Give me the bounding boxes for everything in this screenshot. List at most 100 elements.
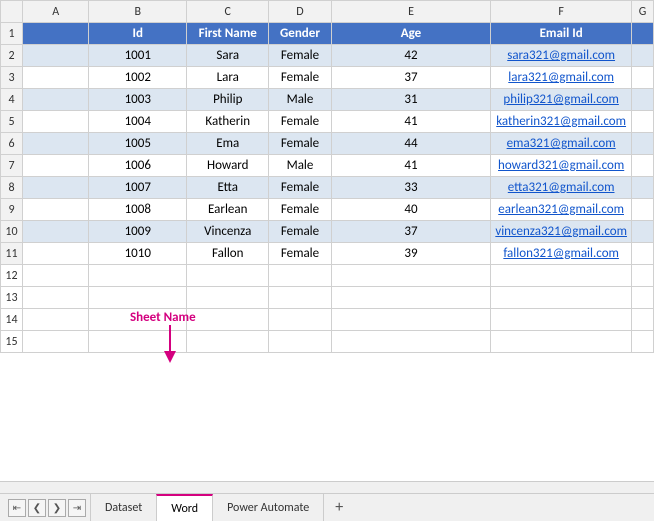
empty-cell[interactable] bbox=[491, 331, 632, 353]
cell-a[interactable] bbox=[23, 155, 89, 177]
email-link[interactable]: sara321@gmail.com bbox=[507, 48, 615, 63]
email-link[interactable]: lara321@gmail.com bbox=[508, 70, 614, 85]
cell-email[interactable]: fallon321@gmail.com bbox=[491, 243, 632, 265]
tab-power-automate[interactable]: Power Automate bbox=[212, 494, 324, 521]
cell-id[interactable]: 1005 bbox=[89, 133, 187, 155]
empty-cell[interactable] bbox=[331, 331, 491, 353]
cell-gender[interactable]: Female bbox=[269, 199, 331, 221]
empty-cell[interactable] bbox=[23, 331, 89, 353]
col-header-d[interactable]: D bbox=[269, 1, 331, 23]
cell-email[interactable]: howard321@gmail.com bbox=[491, 155, 632, 177]
cell-age[interactable]: 33 bbox=[331, 177, 491, 199]
empty-cell[interactable] bbox=[491, 287, 632, 309]
email-link[interactable]: etta321@gmail.com bbox=[508, 180, 615, 195]
cell-extra[interactable] bbox=[631, 45, 653, 67]
col-header-b[interactable]: B bbox=[89, 1, 187, 23]
tab-nav-last[interactable]: ⇥ bbox=[68, 499, 86, 517]
cell-first-name[interactable]: Lara bbox=[187, 67, 269, 89]
cell-extra[interactable] bbox=[631, 133, 653, 155]
cell-email[interactable]: sara321@gmail.com bbox=[491, 45, 632, 67]
cell-extra[interactable] bbox=[631, 199, 653, 221]
cell-age[interactable]: 39 bbox=[331, 243, 491, 265]
tab-word[interactable]: Word bbox=[156, 494, 213, 521]
cell-email[interactable]: katherin321@gmail.com bbox=[491, 111, 632, 133]
cell-gender[interactable]: Female bbox=[269, 67, 331, 89]
tab-nav-prev[interactable]: ❮ bbox=[28, 499, 46, 517]
cell-id[interactable]: 1008 bbox=[89, 199, 187, 221]
empty-cell[interactable] bbox=[269, 287, 331, 309]
cell-age[interactable]: 42 bbox=[331, 45, 491, 67]
empty-cell[interactable] bbox=[23, 287, 89, 309]
cell-first-name[interactable]: Fallon bbox=[187, 243, 269, 265]
cell-extra[interactable] bbox=[631, 221, 653, 243]
col-header-e[interactable]: E bbox=[331, 1, 491, 23]
cell-first-name[interactable]: Philip bbox=[187, 89, 269, 111]
empty-cell[interactable] bbox=[491, 309, 632, 331]
cell-age[interactable]: 37 bbox=[331, 67, 491, 89]
email-link[interactable]: earlean321@gmail.com bbox=[498, 202, 624, 217]
cell-email[interactable]: philip321@gmail.com bbox=[491, 89, 632, 111]
empty-cell[interactable] bbox=[631, 309, 653, 331]
cell-first-name[interactable]: Vincenza bbox=[187, 221, 269, 243]
cell-gender[interactable]: Male bbox=[269, 155, 331, 177]
empty-cell[interactable] bbox=[331, 265, 491, 287]
cell-first-name[interactable]: Ema bbox=[187, 133, 269, 155]
cell-a[interactable] bbox=[23, 111, 89, 133]
cell-age[interactable]: 37 bbox=[331, 221, 491, 243]
cell-first-name[interactable]: Earlean bbox=[187, 199, 269, 221]
cell-age[interactable]: 31 bbox=[331, 89, 491, 111]
horizontal-scrollbar[interactable] bbox=[0, 481, 654, 493]
empty-cell[interactable] bbox=[23, 265, 89, 287]
cell-email[interactable]: lara321@gmail.com bbox=[491, 67, 632, 89]
add-tab-button[interactable]: + bbox=[327, 496, 351, 520]
cell-gender[interactable]: Female bbox=[269, 177, 331, 199]
cell-email[interactable]: etta321@gmail.com bbox=[491, 177, 632, 199]
cell-a[interactable] bbox=[23, 89, 89, 111]
cell-gender[interactable]: Female bbox=[269, 45, 331, 67]
cell-id[interactable]: 1004 bbox=[89, 111, 187, 133]
tab-nav-next[interactable]: ❯ bbox=[48, 499, 66, 517]
empty-cell[interactable] bbox=[631, 331, 653, 353]
cell-extra[interactable] bbox=[631, 67, 653, 89]
cell-a[interactable] bbox=[23, 67, 89, 89]
empty-cell[interactable] bbox=[269, 309, 331, 331]
cell-gender[interactable]: Female bbox=[269, 133, 331, 155]
cell-extra[interactable] bbox=[631, 243, 653, 265]
cell-id[interactable]: 1003 bbox=[89, 89, 187, 111]
cell-extra[interactable] bbox=[631, 111, 653, 133]
empty-cell[interactable] bbox=[269, 331, 331, 353]
cell-id[interactable]: 1002 bbox=[89, 67, 187, 89]
cell-email[interactable]: vincenza321@gmail.com bbox=[491, 221, 632, 243]
col-header-c[interactable]: C bbox=[187, 1, 269, 23]
cell-first-name[interactable]: Howard bbox=[187, 155, 269, 177]
cell-age[interactable]: 41 bbox=[331, 155, 491, 177]
empty-cell[interactable] bbox=[89, 265, 187, 287]
cell-id[interactable]: 1007 bbox=[89, 177, 187, 199]
cell-a[interactable] bbox=[23, 177, 89, 199]
email-link[interactable]: fallon321@gmail.com bbox=[503, 246, 619, 261]
cell-a[interactable] bbox=[23, 199, 89, 221]
cell-id[interactable]: 1001 bbox=[89, 45, 187, 67]
empty-cell[interactable] bbox=[491, 265, 632, 287]
cell-a[interactable] bbox=[23, 221, 89, 243]
empty-cell[interactable] bbox=[269, 265, 331, 287]
cell-first-name[interactable]: Etta bbox=[187, 177, 269, 199]
cell-extra[interactable] bbox=[631, 89, 653, 111]
empty-cell[interactable] bbox=[631, 265, 653, 287]
cell-extra[interactable] bbox=[631, 155, 653, 177]
cell-id[interactable]: 1010 bbox=[89, 243, 187, 265]
cell-email[interactable]: earlean321@gmail.com bbox=[491, 199, 632, 221]
empty-cell[interactable] bbox=[187, 265, 269, 287]
cell-gender[interactable]: Female bbox=[269, 221, 331, 243]
email-link[interactable]: vincenza321@gmail.com bbox=[495, 224, 627, 239]
cell-first-name[interactable]: Sara bbox=[187, 45, 269, 67]
cell-a[interactable] bbox=[23, 45, 89, 67]
empty-cell[interactable] bbox=[89, 287, 187, 309]
cell-id[interactable]: 1006 bbox=[89, 155, 187, 177]
col-header-f[interactable]: F bbox=[491, 1, 632, 23]
empty-cell[interactable] bbox=[187, 309, 269, 331]
empty-cell[interactable] bbox=[187, 287, 269, 309]
empty-cell[interactable] bbox=[331, 309, 491, 331]
cell-gender[interactable]: Female bbox=[269, 243, 331, 265]
empty-cell[interactable] bbox=[331, 287, 491, 309]
